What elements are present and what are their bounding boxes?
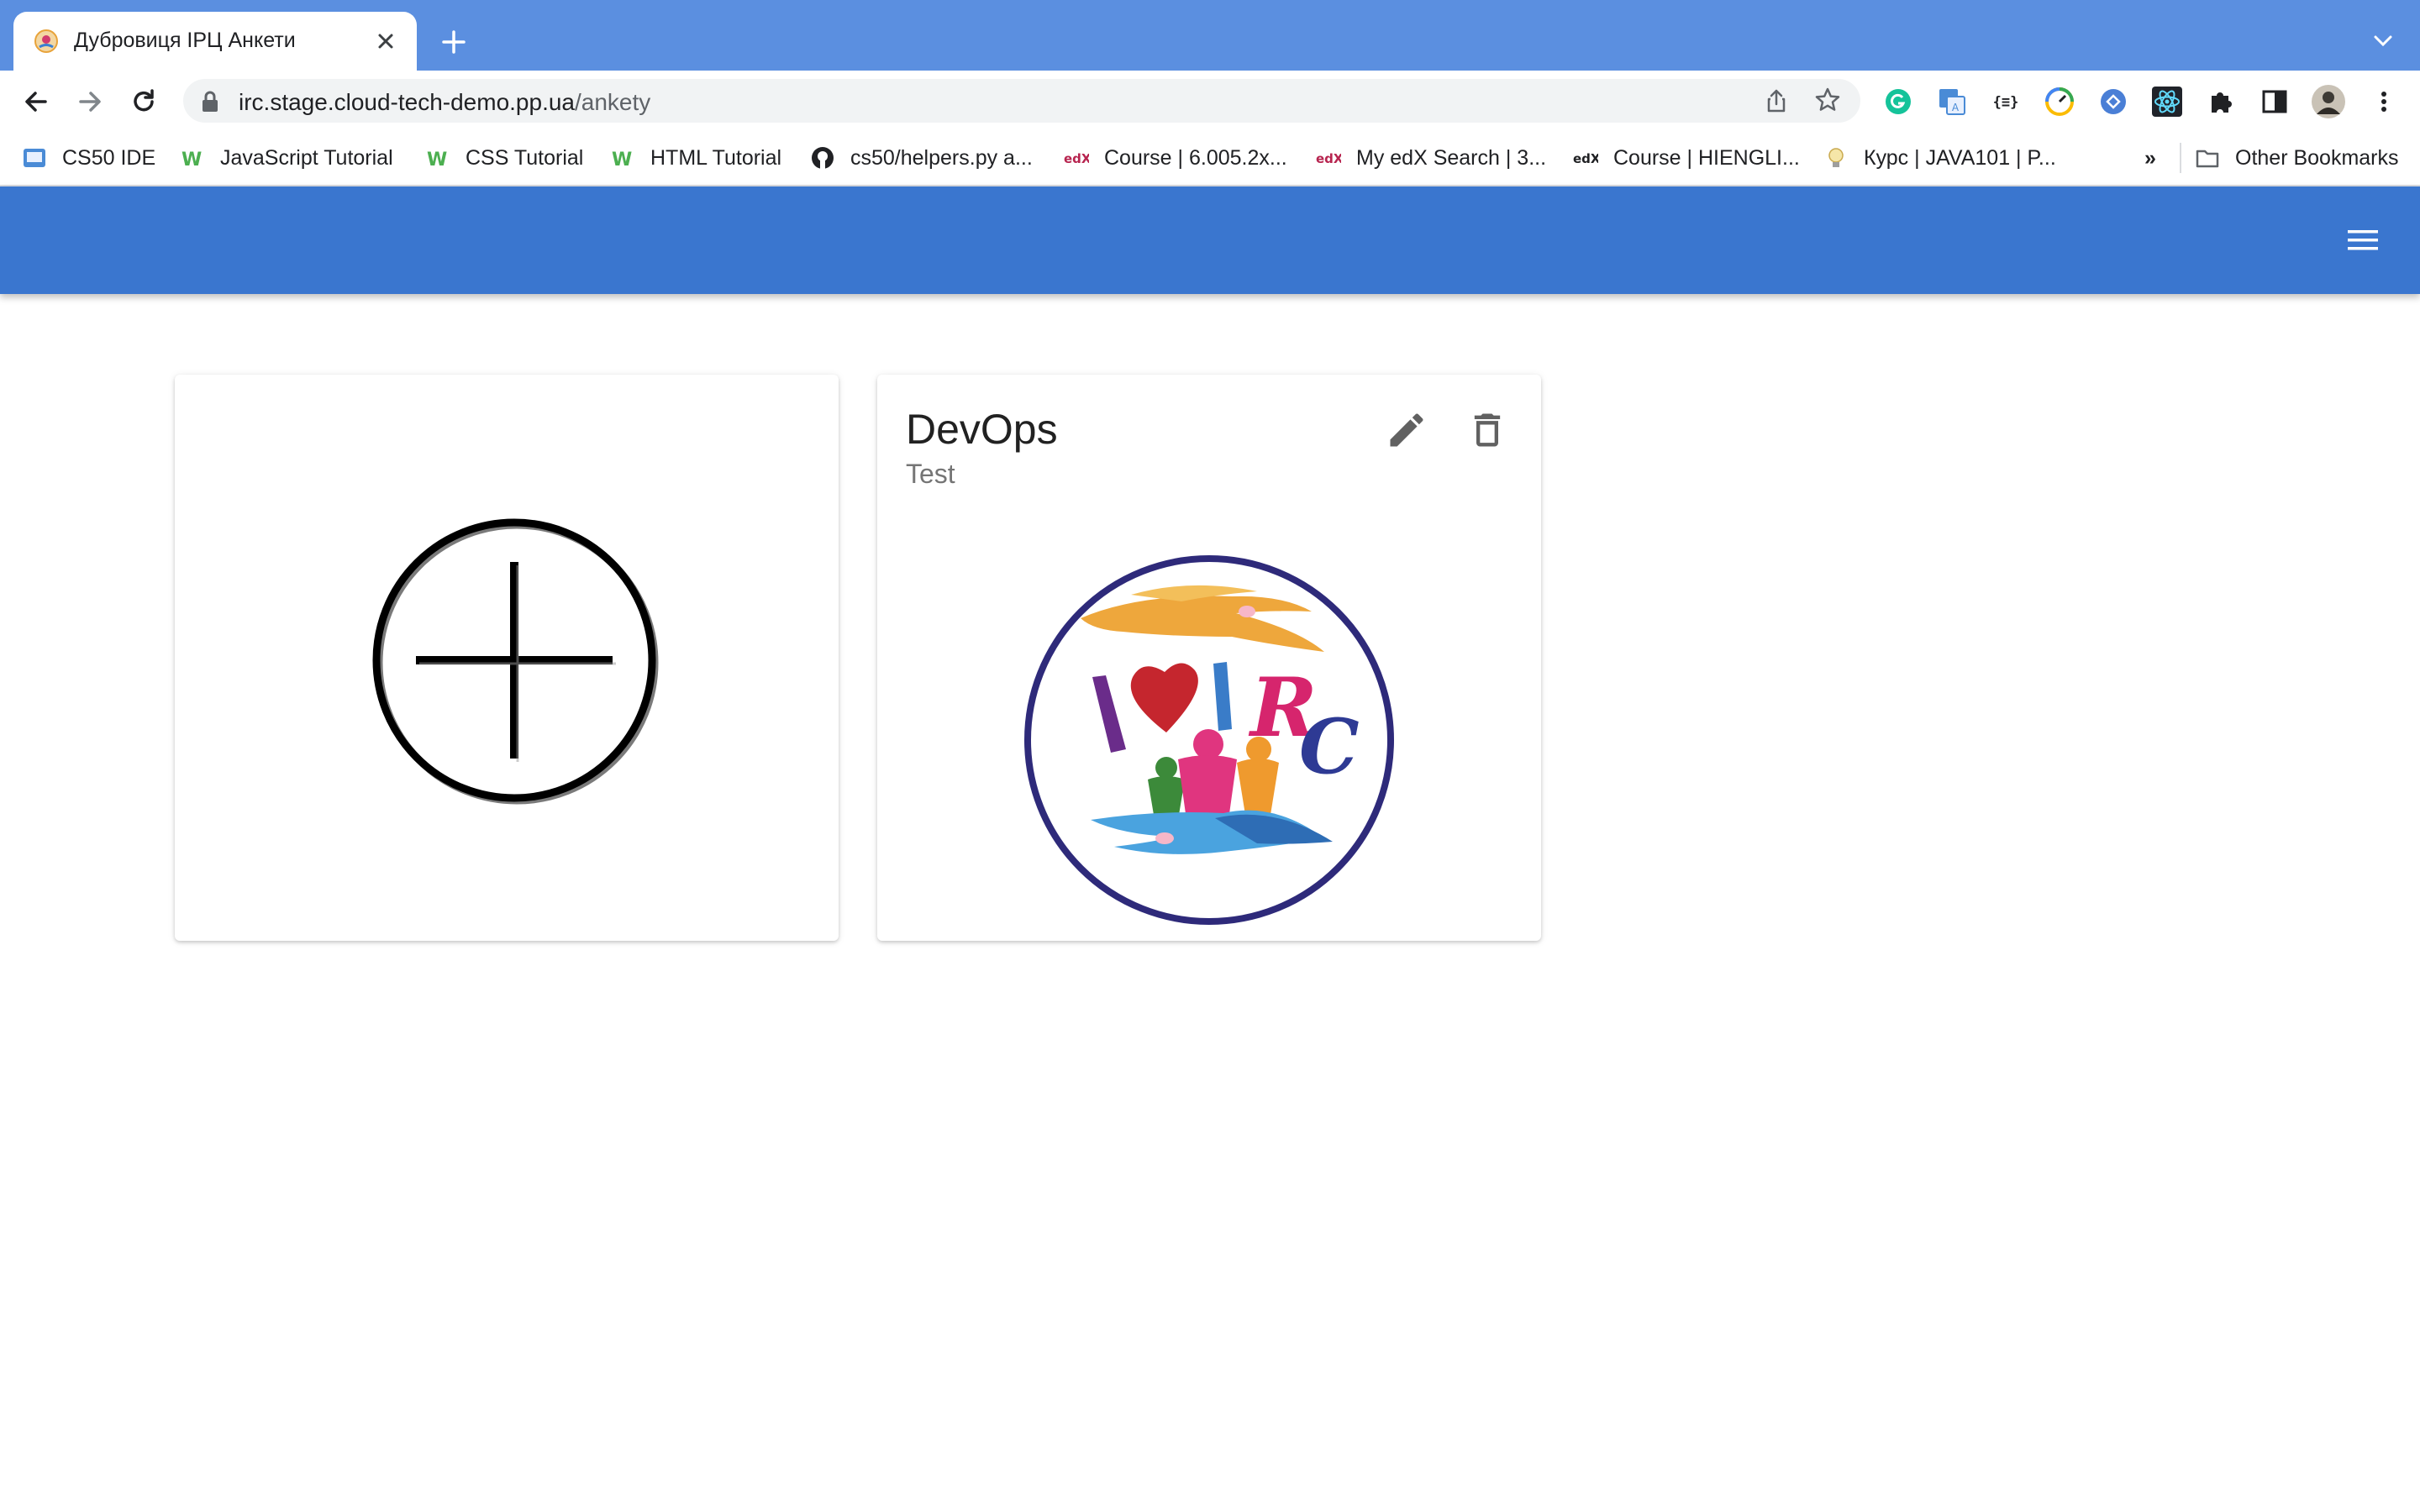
address-bar[interactable]: irc.stage.cloud-tech-demo.pp.ua/ankety (183, 79, 1860, 123)
bookmarks-bar: CS50 IDE W JavaScript Tutorial W CSS Tut… (0, 131, 2420, 186)
translate-icon[interactable]: A (1934, 84, 1970, 119)
more-icon[interactable] (2366, 84, 2402, 119)
app-header (0, 186, 2420, 294)
svg-text:A: A (1952, 102, 1960, 113)
bookmarks-divider (2180, 143, 2181, 173)
sidebar-icon[interactable] (2257, 84, 2292, 119)
edx-icon: edX (1064, 151, 1089, 166)
svg-text:W: W (427, 150, 447, 171)
json-icon[interactable]: {≡} (1988, 84, 2023, 119)
bookmark-label: JavaScript Tutorial (220, 145, 393, 170)
chevron-down-icon[interactable] (2368, 25, 2398, 55)
bookmark-javascript-tutorial[interactable]: W JavaScript Tutorial (180, 141, 393, 175)
bookmark-label: Курс | JAVA101 | P... (1864, 145, 2056, 170)
other-bookmarks-label: Other Bookmarks (2235, 145, 2399, 170)
bookmark-label: CSS Tutorial (466, 145, 584, 170)
react-devtools-icon[interactable] (2096, 84, 2131, 119)
survey-card[interactable]: DevOps Test R C (877, 375, 1541, 941)
browser-toolbar: irc.stage.cloud-tech-demo.pp.ua/ankety A… (0, 71, 2420, 131)
github-icon (812, 147, 834, 169)
bookmarks-overflow-button[interactable]: » (2144, 141, 2156, 175)
url-path: /ankety (575, 89, 651, 115)
cs50-icon (24, 149, 45, 167)
add-circle-icon[interactable] (363, 509, 666, 811)
tab-strip: Дубровиця ІРЦ Анкети (0, 0, 2420, 71)
profile-avatar[interactable] (2311, 84, 2346, 119)
edit-pencil-icon[interactable] (1385, 408, 1428, 452)
svg-text:{≡}: {≡} (1993, 94, 2019, 111)
pagespeed-icon[interactable] (2042, 84, 2077, 119)
bookmark-label: My edX Search | 3... (1356, 145, 1547, 170)
bookmark-cs50-ide[interactable]: CS50 IDE (22, 141, 155, 175)
bookmark-cs50-helpers[interactable]: cs50/helpers.py a... (810, 141, 1033, 175)
survey-title: DevOps (906, 406, 1058, 453)
svg-text:edX: edX (1316, 151, 1341, 166)
close-icon[interactable] (371, 27, 400, 55)
reload-icon[interactable] (126, 84, 161, 119)
bookmark-label: Course | HIENGLI... (1613, 145, 1800, 170)
browser-tab[interactable]: Дубровиця ІРЦ Анкети (13, 12, 417, 71)
w3schools-icon: W (427, 150, 447, 171)
survey-subtitle: Test (906, 459, 955, 489)
menu-icon[interactable] (2344, 223, 2381, 257)
lock-icon[interactable] (200, 90, 220, 113)
edx-icon: edX (1316, 151, 1341, 166)
forward-arrow-icon[interactable] (72, 84, 108, 119)
react-icon[interactable] (2149, 84, 2185, 119)
delete-trash-icon[interactable] (1465, 408, 1509, 452)
bookmark-course-6005[interactable]: edX Course | 6.005.2x... (1064, 141, 1287, 175)
url-text[interactable]: irc.stage.cloud-tech-demo.pp.ua/ankety (239, 89, 650, 116)
bookmark-html-tutorial[interactable]: W HTML Tutorial (610, 141, 781, 175)
url-host: irc.stage.cloud-tech-demo.pp.ua (239, 89, 575, 115)
other-bookmarks-folder[interactable]: Other Bookmarks (2195, 141, 2399, 175)
folder-icon (2196, 150, 2219, 168)
grammarly-icon[interactable] (1881, 84, 1916, 119)
bookmark-course-hiengli[interactable]: edX Course | HIENGLI... (1573, 141, 1800, 175)
bookmark-star-icon[interactable] (1813, 86, 1842, 114)
irc-favicon-icon (34, 29, 58, 53)
bookmark-my-edx-search[interactable]: edX My edX Search | 3... (1316, 141, 1546, 175)
bookmark-css-tutorial[interactable]: W CSS Tutorial (425, 141, 583, 175)
share-icon[interactable] (1763, 87, 1790, 114)
new-tab-plus-icon[interactable] (437, 25, 471, 59)
tab-title: Дубровиця ІРЦ Анкети (74, 29, 296, 52)
w3schools-icon: W (182, 150, 202, 171)
w3schools-icon: W (612, 150, 632, 171)
back-arrow-icon[interactable] (18, 84, 54, 119)
irc-logo-image: R C (1024, 555, 1394, 925)
svg-text:C: C (1299, 702, 1360, 791)
svg-text:W: W (612, 150, 632, 171)
bookmark-label: cs50/helpers.py a... (850, 145, 1033, 170)
overflow-label: » (2144, 145, 2156, 170)
svg-text:edX: edX (1064, 151, 1089, 166)
edx-dark-icon: edX (1573, 151, 1598, 166)
bookmark-label: HTML Tutorial (650, 145, 782, 170)
bookmark-label: Course | 6.005.2x... (1104, 145, 1287, 170)
add-survey-card[interactable] (175, 375, 839, 941)
bookmark-label: CS50 IDE (62, 145, 156, 170)
svg-text:W: W (182, 150, 202, 171)
lightbulb-icon (1828, 148, 1844, 167)
puzzle-icon[interactable] (2203, 84, 2238, 119)
svg-text:edX: edX (1573, 151, 1598, 166)
bookmark-java101[interactable]: Курс | JAVA101 | P... (1823, 141, 2056, 175)
